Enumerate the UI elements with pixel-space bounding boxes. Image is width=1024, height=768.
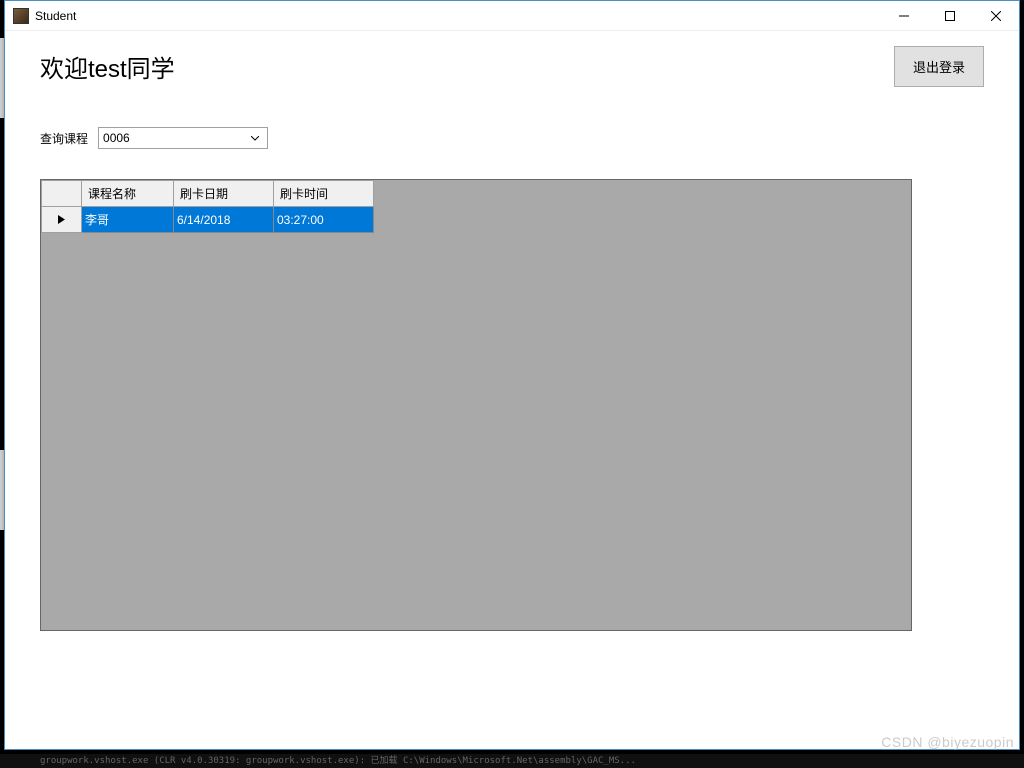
row-indicator bbox=[42, 207, 82, 233]
course-select-value: 0006 bbox=[103, 131, 246, 145]
window-controls bbox=[881, 1, 1019, 31]
query-row: 查询课程 0006 bbox=[40, 127, 984, 149]
close-button[interactable] bbox=[973, 1, 1019, 31]
titlebar: Student bbox=[5, 1, 1019, 31]
welcome-heading: 欢迎test同学 bbox=[40, 49, 175, 84]
column-swipe-date[interactable]: 刷卡日期 bbox=[174, 181, 274, 207]
current-row-icon bbox=[58, 215, 65, 224]
console-output-strip: groupwork.vshost.exe (CLR v4.0.30319: gr… bbox=[0, 754, 1024, 768]
app-icon bbox=[13, 8, 29, 24]
header-row: 课程名称 刷卡日期 刷卡时间 bbox=[42, 181, 374, 207]
column-course-name[interactable]: 课程名称 bbox=[82, 181, 174, 207]
minimize-button[interactable] bbox=[881, 1, 927, 31]
column-swipe-time[interactable]: 刷卡时间 bbox=[274, 181, 374, 207]
content-area: 欢迎test同学 退出登录 查询课程 0006 课程名称 刷卡日期 bbox=[5, 31, 1019, 651]
query-course-label: 查询课程 bbox=[40, 130, 88, 147]
chevron-down-icon bbox=[246, 128, 263, 148]
cell-swipe-date[interactable]: 6/14/2018 bbox=[174, 207, 274, 233]
watermark: CSDN @biyezuopin bbox=[881, 734, 1014, 750]
minimize-icon bbox=[899, 11, 909, 21]
student-window: Student 欢迎test同学 退出登录 查询课程 0006 bbox=[4, 0, 1020, 750]
cell-course-name[interactable]: 李哥 bbox=[82, 207, 174, 233]
datagrid[interactable]: 课程名称 刷卡日期 刷卡时间 李哥 6/14/2018 bbox=[40, 179, 912, 631]
logout-button[interactable]: 退出登录 bbox=[894, 46, 984, 87]
window-title: Student bbox=[35, 9, 76, 23]
row-header-corner bbox=[42, 181, 82, 207]
maximize-button[interactable] bbox=[927, 1, 973, 31]
course-select[interactable]: 0006 bbox=[98, 127, 268, 149]
maximize-icon bbox=[945, 11, 955, 21]
header-row: 欢迎test同学 退出登录 bbox=[40, 46, 984, 87]
table-row[interactable]: 李哥 6/14/2018 03:27:00 bbox=[42, 207, 374, 233]
cell-swipe-time[interactable]: 03:27:00 bbox=[274, 207, 374, 233]
close-icon bbox=[991, 11, 1001, 21]
